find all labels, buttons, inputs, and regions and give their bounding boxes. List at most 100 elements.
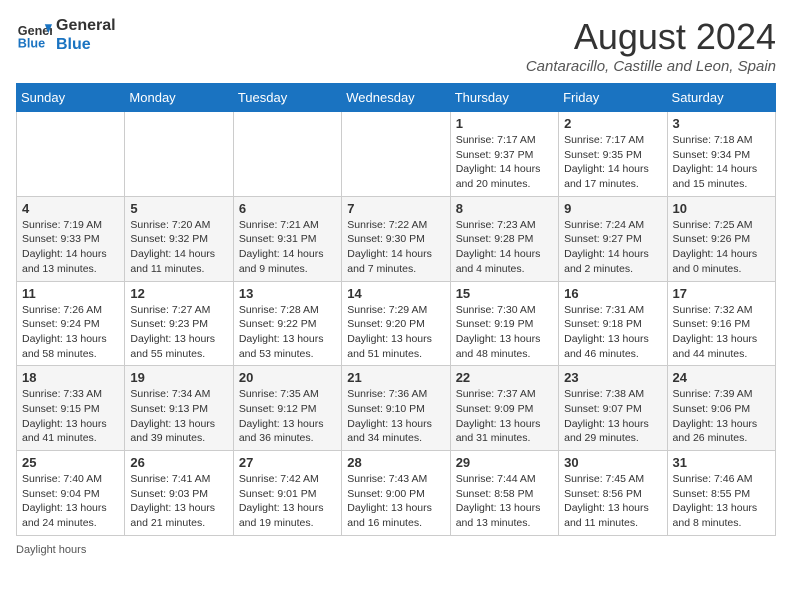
- day-info: Sunrise: 7:36 AM Sunset: 9:10 PM Dayligh…: [347, 387, 444, 446]
- calendar-cell: [125, 112, 233, 197]
- day-info: Sunrise: 7:37 AM Sunset: 9:09 PM Dayligh…: [456, 387, 553, 446]
- day-number: 25: [22, 455, 119, 470]
- calendar-cell: 13 Sunrise: 7:28 AM Sunset: 9:22 PM Dayli…: [233, 281, 341, 366]
- day-info: Sunrise: 7:24 AM Sunset: 9:27 PM Dayligh…: [564, 218, 661, 277]
- calendar-cell: [233, 112, 341, 197]
- day-info: Sunrise: 7:19 AM Sunset: 9:33 PM Dayligh…: [22, 218, 119, 277]
- column-header-thursday: Thursday: [450, 84, 558, 112]
- calendar-cell: 3 Sunrise: 7:18 AM Sunset: 9:34 PM Daylig…: [667, 112, 775, 197]
- logo: General Blue General Blue: [16, 16, 116, 54]
- calendar-cell: 8 Sunrise: 7:23 AM Sunset: 9:28 PM Daylig…: [450, 196, 558, 281]
- column-header-wednesday: Wednesday: [342, 84, 450, 112]
- day-number: 8: [456, 201, 553, 216]
- day-info: Sunrise: 7:42 AM Sunset: 9:01 PM Dayligh…: [239, 472, 336, 531]
- day-number: 16: [564, 286, 661, 301]
- month-title: August 2024: [526, 16, 776, 58]
- day-number: 20: [239, 370, 336, 385]
- calendar-cell: 1Sunrise: 7:17 AM Sunset: 9:37 PM Daylig…: [450, 112, 558, 197]
- day-info: Sunrise: 7:30 AM Sunset: 9:19 PM Dayligh…: [456, 303, 553, 362]
- day-number: 21: [347, 370, 444, 385]
- svg-text:Blue: Blue: [18, 37, 45, 51]
- day-info: Sunrise: 7:40 AM Sunset: 9:04 PM Dayligh…: [22, 472, 119, 531]
- title-block: August 2024 Cantaracillo, Castille and L…: [526, 16, 776, 75]
- day-info: Sunrise: 7:27 AM Sunset: 9:23 PM Dayligh…: [130, 303, 227, 362]
- day-info: Sunrise: 7:17 AM Sunset: 9:35 PM Dayligh…: [564, 133, 661, 192]
- calendar-cell: [17, 112, 125, 197]
- calendar-cell: 10Sunrise: 7:25 AM Sunset: 9:26 PM Dayli…: [667, 196, 775, 281]
- day-info: Sunrise: 7:43 AM Sunset: 9:00 PM Dayligh…: [347, 472, 444, 531]
- column-header-saturday: Saturday: [667, 84, 775, 112]
- calendar-cell: [342, 112, 450, 197]
- day-info: Sunrise: 7:18 AM Sunset: 9:34 PM Dayligh…: [673, 133, 770, 192]
- calendar-cell: 22 Sunrise: 7:37 AM Sunset: 9:09 PM Dayli…: [450, 366, 558, 451]
- footer: Daylight hours: [16, 544, 776, 556]
- day-info: Sunrise: 7:45 AM Sunset: 8:56 PM Dayligh…: [564, 472, 661, 531]
- calendar-cell: 14 Sunrise: 7:29 AM Sunset: 9:20 PM Dayli…: [342, 281, 450, 366]
- day-number: 14: [347, 286, 444, 301]
- day-number: 3: [673, 116, 770, 131]
- logo-icon: General Blue: [16, 17, 52, 53]
- calendar-cell: 19Sunrise: 7:34 AM Sunset: 9:13 PM Dayli…: [125, 366, 233, 451]
- day-info: Sunrise: 7:31 AM Sunset: 9:18 PM Dayligh…: [564, 303, 661, 362]
- day-info: Sunrise: 7:46 AM Sunset: 8:55 PM Dayligh…: [673, 472, 770, 531]
- day-number: 12: [130, 286, 227, 301]
- day-info: Sunrise: 7:34 AM Sunset: 9:13 PM Dayligh…: [130, 387, 227, 446]
- day-number: 24: [673, 370, 770, 385]
- column-header-sunday: Sunday: [17, 84, 125, 112]
- day-number: 17: [673, 286, 770, 301]
- day-info: Sunrise: 7:33 AM Sunset: 9:15 PM Dayligh…: [22, 387, 119, 446]
- day-info: Sunrise: 7:28 AM Sunset: 9:22 PM Dayligh…: [239, 303, 336, 362]
- calendar-cell: 4 Sunrise: 7:19 AM Sunset: 9:33 PM Daylig…: [17, 196, 125, 281]
- day-number: 2: [564, 116, 661, 131]
- calendar-cell: 18 Sunrise: 7:33 AM Sunset: 9:15 PM Dayli…: [17, 366, 125, 451]
- calendar-cell: 28 Sunrise: 7:43 AM Sunset: 9:00 PM Dayli…: [342, 451, 450, 536]
- day-number: 13: [239, 286, 336, 301]
- day-number: 5: [130, 201, 227, 216]
- day-info: Sunrise: 7:32 AM Sunset: 9:16 PM Dayligh…: [673, 303, 770, 362]
- column-header-tuesday: Tuesday: [233, 84, 341, 112]
- calendar-week-row: 1Sunrise: 7:17 AM Sunset: 9:37 PM Daylig…: [17, 112, 776, 197]
- day-info: Sunrise: 7:38 AM Sunset: 9:07 PM Dayligh…: [564, 387, 661, 446]
- day-number: 15: [456, 286, 553, 301]
- logo-text-blue: Blue: [56, 35, 116, 54]
- day-info: Sunrise: 7:39 AM Sunset: 9:06 PM Dayligh…: [673, 387, 770, 446]
- day-number: 1: [456, 116, 553, 131]
- day-number: 22: [456, 370, 553, 385]
- calendar-cell: 5Sunrise: 7:20 AM Sunset: 9:32 PM Daylig…: [125, 196, 233, 281]
- calendar-cell: 30 Sunrise: 7:45 AM Sunset: 8:56 PM Dayli…: [559, 451, 667, 536]
- calendar-cell: 21 Sunrise: 7:36 AM Sunset: 9:10 PM Dayli…: [342, 366, 450, 451]
- day-number: 18: [22, 370, 119, 385]
- calendar-cell: 6Sunrise: 7:21 AM Sunset: 9:31 PM Daylig…: [233, 196, 341, 281]
- daylight-label: Daylight hours: [16, 544, 86, 556]
- calendar-week-row: 25 Sunrise: 7:40 AM Sunset: 9:04 PM Dayli…: [17, 451, 776, 536]
- calendar-cell: 2 Sunrise: 7:17 AM Sunset: 9:35 PM Daylig…: [559, 112, 667, 197]
- calendar-header-row: SundayMondayTuesdayWednesdayThursdayFrid…: [17, 84, 776, 112]
- day-number: 31: [673, 455, 770, 470]
- calendar-cell: 24 Sunrise: 7:39 AM Sunset: 9:06 PM Dayli…: [667, 366, 775, 451]
- day-number: 30: [564, 455, 661, 470]
- day-number: 6: [239, 201, 336, 216]
- day-number: 26: [130, 455, 227, 470]
- calendar-cell: 16 Sunrise: 7:31 AM Sunset: 9:18 PM Dayli…: [559, 281, 667, 366]
- calendar-week-row: 4 Sunrise: 7:19 AM Sunset: 9:33 PM Daylig…: [17, 196, 776, 281]
- day-info: Sunrise: 7:22 AM Sunset: 9:30 PM Dayligh…: [347, 218, 444, 277]
- calendar-cell: 11Sunrise: 7:26 AM Sunset: 9:24 PM Dayli…: [17, 281, 125, 366]
- calendar-week-row: 11Sunrise: 7:26 AM Sunset: 9:24 PM Dayli…: [17, 281, 776, 366]
- day-number: 28: [347, 455, 444, 470]
- day-number: 4: [22, 201, 119, 216]
- day-info: Sunrise: 7:23 AM Sunset: 9:28 PM Dayligh…: [456, 218, 553, 277]
- calendar-cell: 7Sunrise: 7:22 AM Sunset: 9:30 PM Daylig…: [342, 196, 450, 281]
- day-number: 27: [239, 455, 336, 470]
- day-number: 23: [564, 370, 661, 385]
- day-info: Sunrise: 7:29 AM Sunset: 9:20 PM Dayligh…: [347, 303, 444, 362]
- calendar-cell: 25 Sunrise: 7:40 AM Sunset: 9:04 PM Dayli…: [17, 451, 125, 536]
- day-info: Sunrise: 7:41 AM Sunset: 9:03 PM Dayligh…: [130, 472, 227, 531]
- calendar-cell: 31 Sunrise: 7:46 AM Sunset: 8:55 PM Dayli…: [667, 451, 775, 536]
- calendar-cell: 9Sunrise: 7:24 AM Sunset: 9:27 PM Daylig…: [559, 196, 667, 281]
- calendar-week-row: 18 Sunrise: 7:33 AM Sunset: 9:15 PM Dayli…: [17, 366, 776, 451]
- calendar-cell: 26 Sunrise: 7:41 AM Sunset: 9:03 PM Dayli…: [125, 451, 233, 536]
- calendar-cell: 12 Sunrise: 7:27 AM Sunset: 9:23 PM Dayli…: [125, 281, 233, 366]
- day-info: Sunrise: 7:25 AM Sunset: 9:26 PM Dayligh…: [673, 218, 770, 277]
- calendar-cell: 15 Sunrise: 7:30 AM Sunset: 9:19 PM Dayli…: [450, 281, 558, 366]
- column-header-friday: Friday: [559, 84, 667, 112]
